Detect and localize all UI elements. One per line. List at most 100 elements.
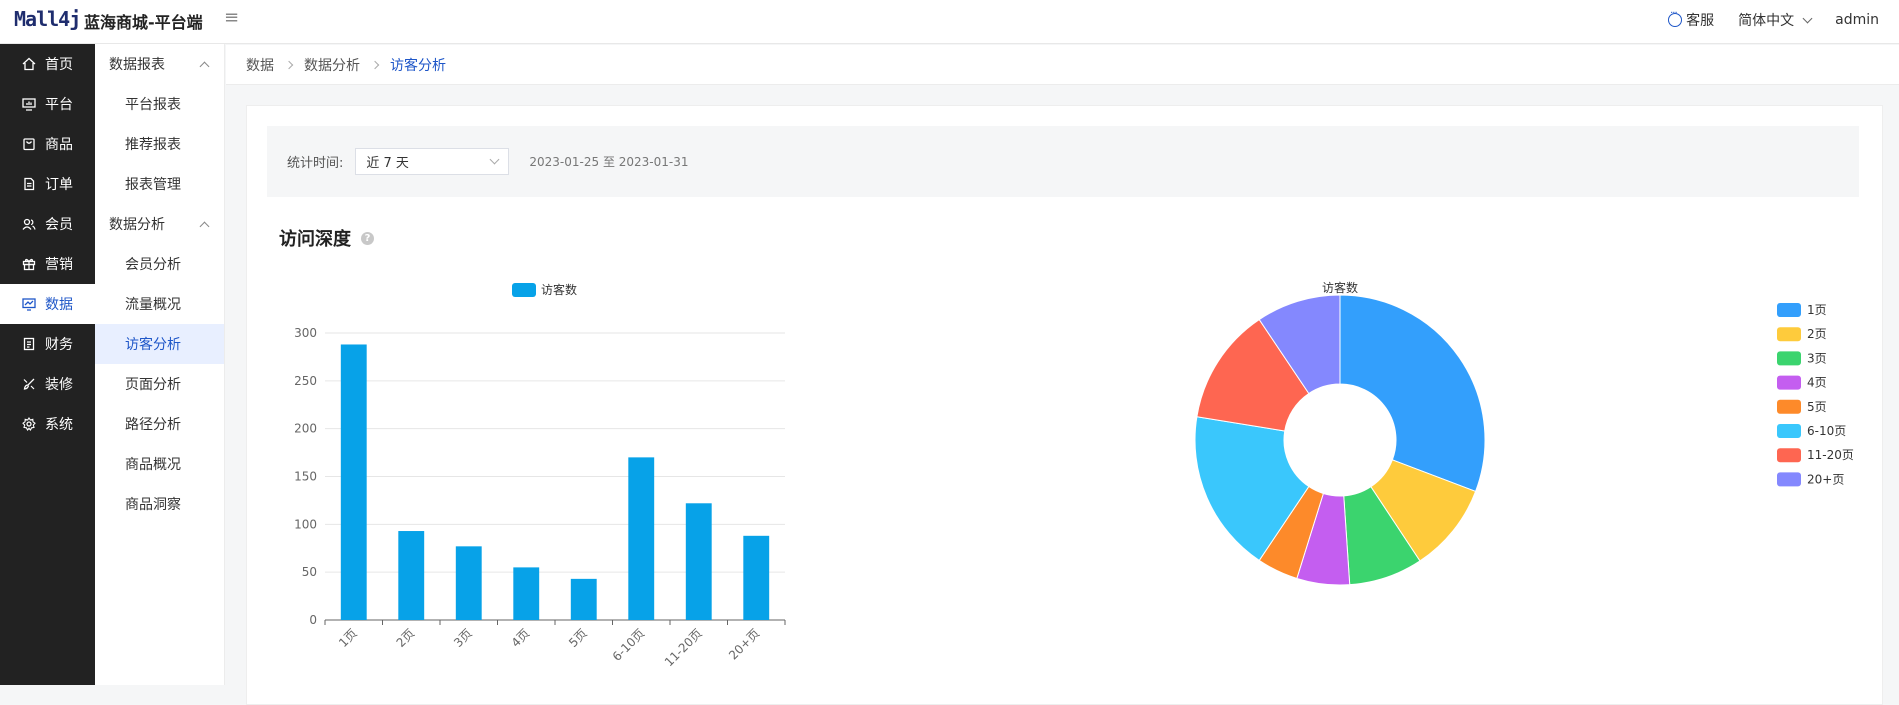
submenu-item-recommend-report[interactable]: 推荐报表 — [95, 124, 224, 164]
y-tick-label: 150 — [294, 470, 317, 484]
section-title: 访问深度 ? — [279, 225, 374, 251]
submenu-item-platform-report[interactable]: 平台报表 — [95, 84, 224, 124]
x-tick-label: 5页 — [566, 626, 590, 650]
logo[interactable]: Mall4j — [14, 7, 81, 31]
bar[interactable] — [455, 546, 482, 620]
chevron-down-icon — [1802, 13, 1813, 23]
legend-swatch — [1777, 448, 1801, 463]
user-name: admin — [1835, 12, 1879, 28]
submenu-item-visitor-analysis[interactable]: 访客分析 — [95, 324, 224, 364]
chevron-right-icon — [370, 60, 380, 69]
submenu-item-goods-insight[interactable]: 商品洞察 — [95, 484, 224, 524]
breadcrumb: 数据 数据分析 访客分析 — [226, 45, 1899, 85]
breadcrumb-item[interactable]: 数据 — [246, 55, 274, 75]
secondary-menu: 数据报表 平台报表 推荐报表 报表管理 数据分析 会员分析 流量概况 访客分析 … — [95, 44, 225, 685]
submenu-item-path-analysis[interactable]: 路径分析 — [95, 404, 224, 444]
sidebar-item-system[interactable]: 系统 — [0, 404, 95, 444]
bar[interactable] — [513, 567, 540, 620]
bar[interactable] — [570, 578, 597, 620]
legend-label: 5页 — [1807, 400, 1827, 414]
brush-icon — [22, 377, 36, 391]
sidebar-item-label: 装修 — [45, 377, 73, 393]
stat-time-select[interactable]: 近 7 天 — [355, 148, 510, 175]
language-selector[interactable]: 简体中文 — [1738, 10, 1813, 30]
sidebar-item-label: 商品 — [45, 137, 73, 153]
bar[interactable] — [743, 535, 770, 620]
submenu-item-goods-overview[interactable]: 商品概况 — [95, 444, 224, 484]
submenu-group-analysis[interactable]: 数据分析 — [95, 204, 224, 244]
legend-item[interactable]: 5页 — [1777, 399, 1827, 414]
x-tick-label: 4页 — [509, 626, 533, 650]
document-icon — [22, 177, 36, 191]
sidebar-item-label: 平台 — [45, 97, 73, 113]
breadcrumb-current: 访客分析 — [390, 57, 446, 74]
submenu-item-report-manage[interactable]: 报表管理 — [95, 164, 224, 204]
sidebar-item-label: 订单 — [45, 177, 73, 193]
x-tick-label: 3页 — [451, 626, 475, 650]
customer-service-label: 客服 — [1686, 13, 1715, 29]
chat-icon — [1668, 8, 1683, 27]
date-range: 2023-01-25 至 2023-01-31 — [529, 155, 689, 169]
ledger-icon — [22, 337, 36, 351]
help-icon[interactable]: ? — [361, 231, 374, 245]
sidebar-item-label: 营销 — [45, 257, 73, 273]
user-menu[interactable]: admin — [1835, 12, 1879, 28]
sidebar-item-platform[interactable]: 平台 — [0, 84, 95, 124]
y-tick-label: 250 — [294, 374, 317, 388]
filter-bar: 统计时间: 近 7 天 2023-01-25 至 2023-01-31 — [267, 126, 1859, 197]
chart-icon — [22, 297, 36, 311]
chevron-up-icon — [199, 61, 210, 71]
customer-service-button[interactable]: 客服 — [1668, 8, 1715, 30]
sidebar-item-home[interactable]: 首页 — [0, 44, 95, 84]
legend-item[interactable]: 20+页 — [1777, 472, 1844, 487]
chevron-down-icon — [489, 154, 500, 165]
legend-item[interactable]: 访客数 — [512, 282, 577, 297]
sidebar-item-finance[interactable]: 财务 — [0, 324, 95, 364]
legend-item[interactable]: 1页 — [1777, 303, 1827, 317]
pie-slice[interactable] — [1339, 294, 1486, 493]
bar[interactable] — [685, 503, 712, 620]
legend-swatch — [1777, 327, 1801, 342]
bar[interactable] — [628, 457, 655, 620]
x-tick-label: 6-10页 — [610, 626, 648, 664]
bar[interactable] — [398, 531, 425, 620]
top-bar: Mall4j 蓝海商城-平台端 ≡ 客服 简体中文 admin — [0, 0, 1899, 44]
legend-swatch — [512, 283, 536, 297]
language-label: 简体中文 — [1738, 13, 1795, 29]
submenu-item-traffic-overview[interactable]: 流量概况 — [95, 284, 224, 324]
x-tick-label: 1页 — [336, 626, 360, 650]
legend-item[interactable]: 11-20页 — [1777, 448, 1854, 463]
legend-item[interactable]: 4页 — [1777, 375, 1827, 390]
sidebar-item-decoration[interactable]: 装修 — [0, 364, 95, 404]
sidebar-item-data[interactable]: 数据 — [0, 284, 95, 324]
menu-toggle-icon[interactable]: ≡ — [224, 9, 240, 27]
x-tick-label: 20+页 — [726, 626, 762, 662]
sidebar-item-label: 财务 — [45, 337, 73, 353]
y-tick-label: 300 — [294, 326, 317, 340]
section-title-text: 访问深度 — [279, 229, 351, 250]
y-tick-label: 100 — [294, 517, 317, 531]
sidebar-item-goods[interactable]: 商品 — [0, 124, 95, 164]
bar[interactable] — [340, 344, 367, 620]
bag-icon — [22, 137, 36, 151]
y-tick-label: 50 — [302, 565, 317, 579]
legend-label: 3页 — [1807, 351, 1827, 365]
visit-depth-pie-chart: 访客数 1页 2页 3页 4页 5页 6-10页 11-20页 20+页 — [1194, 280, 1854, 586]
legend-item[interactable]: 2页 — [1777, 327, 1827, 342]
x-tick-label: 2页 — [394, 626, 418, 650]
legend-item[interactable]: 6-10页 — [1777, 424, 1846, 438]
legend-label: 2页 — [1807, 327, 1827, 341]
legend-swatch — [1777, 399, 1801, 414]
chevron-right-icon — [284, 60, 294, 69]
sidebar: 首页 平台 商品 订单 会员 营销 数据 财务 装修 系统 — [0, 44, 95, 685]
legend-swatch — [1777, 351, 1801, 366]
sidebar-item-orders[interactable]: 订单 — [0, 164, 95, 204]
submenu-item-page-analysis[interactable]: 页面分析 — [95, 364, 224, 404]
gear-icon — [22, 417, 36, 431]
sidebar-item-members[interactable]: 会员 — [0, 204, 95, 244]
sidebar-item-marketing[interactable]: 营销 — [0, 244, 95, 284]
breadcrumb-item[interactable]: 数据分析 — [304, 55, 360, 75]
submenu-item-member-analysis[interactable]: 会员分析 — [95, 244, 224, 284]
legend-item[interactable]: 3页 — [1777, 351, 1827, 366]
submenu-group-reports[interactable]: 数据报表 — [95, 44, 224, 84]
